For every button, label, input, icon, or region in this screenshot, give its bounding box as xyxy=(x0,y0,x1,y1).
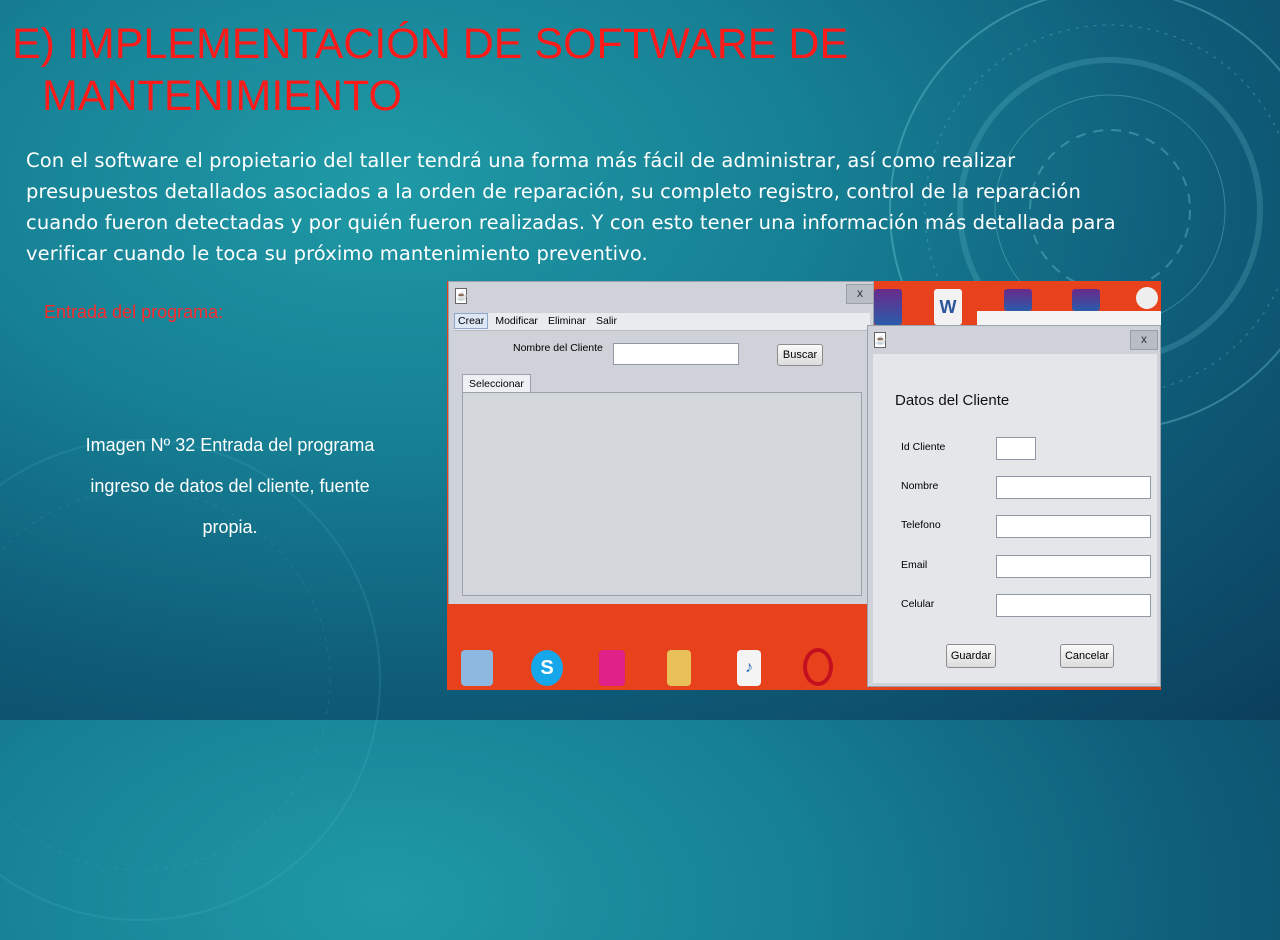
client-dialog: ☕ x Datos del Cliente Id Cliente Nombre … xyxy=(867,325,1161,687)
dialog-titlebar: ☕ x xyxy=(868,326,1160,354)
taskbar: S ♪ xyxy=(447,604,867,690)
winrar-icon-3 xyxy=(1072,289,1100,311)
dialog-close-button[interactable]: x xyxy=(1130,330,1158,350)
menu-salir[interactable]: Salir xyxy=(593,314,620,328)
search-label: Nombre del Cliente xyxy=(513,342,603,354)
java-icon: ☕ xyxy=(455,288,467,304)
label-nombre: Nombre xyxy=(901,480,939,492)
app-icon xyxy=(461,650,493,686)
main-window: ☕ x Crear Modificar Eliminar Salir Nombr… xyxy=(448,281,874,606)
image-caption: Imagen Nº 32 Entrada del programa ingres… xyxy=(85,435,375,537)
menu-bar: Crear Modificar Eliminar Salir xyxy=(454,313,870,331)
label-celular: Celular xyxy=(901,598,935,610)
winrar-icon xyxy=(874,289,902,325)
slide-body: Con el software el propietario del talle… xyxy=(26,149,1116,265)
cancel-button[interactable]: Cancelar xyxy=(1060,644,1114,668)
email-field[interactable] xyxy=(996,555,1151,578)
nombre-field[interactable] xyxy=(996,476,1151,499)
screenshot: W ☕ x Crear Modificar Eliminar Salir Nom… xyxy=(447,281,1161,690)
save-button[interactable]: Guardar xyxy=(946,644,996,668)
skype-icon: S xyxy=(531,650,563,686)
search-input[interactable] xyxy=(613,343,739,365)
dialog-body: Datos del Cliente Id Cliente Nombre Tele… xyxy=(873,354,1157,683)
word-icon: W xyxy=(934,289,962,325)
results-panel xyxy=(462,392,862,596)
menu-eliminar[interactable]: Eliminar xyxy=(545,314,589,328)
dialog-heading: Datos del Cliente xyxy=(895,392,1010,409)
search-button[interactable]: Buscar xyxy=(777,344,823,366)
pink-app-icon xyxy=(599,650,625,686)
telefono-field[interactable] xyxy=(996,515,1151,538)
opera-icon xyxy=(803,648,833,686)
main-window-titlebar: ☕ x xyxy=(449,282,874,310)
title-line-1: E) IMPLEMENTACIÓN DE SOFTWARE DE xyxy=(12,20,849,68)
tab-seleccionar[interactable]: Seleccionar xyxy=(462,374,531,393)
main-window-close-button[interactable]: x xyxy=(846,284,874,304)
menu-crear[interactable]: Crear xyxy=(454,313,489,329)
mp3-icon: ♪ xyxy=(737,650,761,686)
label-id-cliente: Id Cliente xyxy=(901,441,946,453)
label-telefono: Telefono xyxy=(901,519,941,531)
title-line-2: MANTENIMIENTO xyxy=(42,72,402,120)
slide-title: E) IMPLEMENTACIÓN DE SOFTWARE DE MANTENI… xyxy=(12,18,1012,122)
subheading: Entrada del programa: xyxy=(44,302,224,322)
menu-modificar[interactable]: Modificar xyxy=(492,314,541,328)
label-email: Email xyxy=(901,559,928,571)
folder-icon xyxy=(667,650,691,686)
celular-field[interactable] xyxy=(996,594,1151,617)
clock-icon xyxy=(1136,287,1158,309)
winrar-icon-2 xyxy=(1004,289,1032,311)
dialog-java-icon: ☕ xyxy=(874,332,886,348)
id-cliente-field[interactable] xyxy=(996,437,1036,460)
